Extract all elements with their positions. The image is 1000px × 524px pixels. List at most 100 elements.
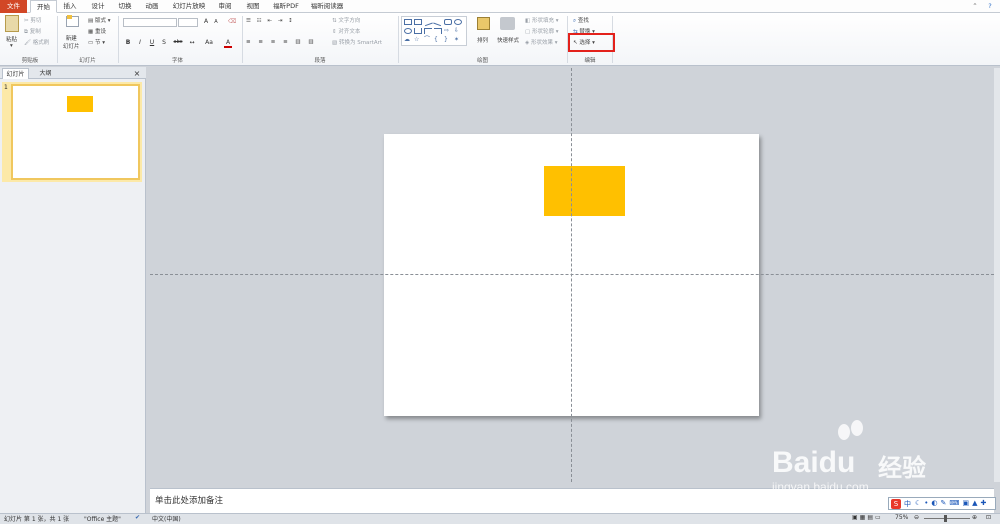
status-theme[interactable]: "Office 主题" [84, 514, 121, 523]
close-pane-icon[interactable]: × [131, 68, 143, 79]
ime-tool-icons[interactable]: ☾•◐✎⌨▣▲✚ [915, 499, 989, 507]
zoom-out-icon[interactable]: ⊖ [914, 514, 919, 521]
tab-home[interactable]: 开始 [30, 0, 57, 13]
cloud-shape-icon[interactable]: ☁ [404, 37, 412, 43]
elbow-shape-icon[interactable] [424, 28, 432, 34]
notes-placeholder[interactable]: 单击此处添加备注 [155, 494, 223, 506]
grow-font-button[interactable]: A [202, 18, 210, 25]
paste-icon[interactable] [5, 15, 19, 32]
oval-shape-icon[interactable] [454, 19, 462, 25]
triangle-shape-icon[interactable] [414, 28, 422, 34]
new-slide-button[interactable]: 新建 幻灯片 [63, 35, 80, 51]
font-color-button[interactable]: A [224, 39, 232, 48]
strikethrough-button[interactable]: abc [172, 39, 184, 45]
arrange-button[interactable]: 排列 [477, 36, 488, 44]
font-name-select[interactable] [123, 18, 177, 27]
slides-group-label: 幻灯片 [79, 58, 96, 64]
tab-slides[interactable]: 幻灯片 [2, 68, 29, 79]
section-button[interactable]: ▭ 节 ▾ [88, 38, 105, 46]
status-language[interactable]: 中文(中国) [152, 514, 181, 523]
paste-button[interactable]: 粘贴 [6, 35, 17, 43]
arrow-line-shape-icon[interactable] [433, 17, 443, 27]
arrow-right-shape-icon[interactable]: ⇨ [444, 28, 452, 34]
help-icon[interactable]: ? [984, 0, 996, 13]
tab-outline[interactable]: 大纲 [32, 68, 59, 79]
convert-smartart-label: 转换为 SmartArt [338, 40, 383, 46]
zoom-slider[interactable] [924, 518, 970, 519]
rectangle-shape[interactable] [544, 166, 625, 216]
tab-file[interactable]: 文件 [0, 0, 27, 13]
textbox-shape-icon[interactable] [404, 19, 412, 25]
zoom-level[interactable]: 75% [895, 514, 908, 521]
binoculars-icon: ⌕ [573, 18, 577, 24]
reset-label: 重设 [94, 29, 106, 35]
font-size-select[interactable] [178, 18, 198, 27]
tab-slideshow[interactable]: 幻灯片放映 [170, 0, 208, 13]
connector-shape-icon[interactable] [434, 28, 442, 34]
tab-animations[interactable]: 动画 [141, 0, 163, 13]
fit-to-window-icon[interactable]: ⊡ [986, 514, 991, 521]
shape-fill-button[interactable]: ◧ 形状填充 ▾ [525, 16, 558, 24]
star-burst-shape-icon[interactable]: ✶ [454, 37, 462, 43]
quick-styles-icon[interactable] [500, 17, 515, 30]
shape-effects-button[interactable]: ◈ 形状效果 ▾ [525, 38, 558, 46]
watermark-url: jingyan.baidu.com [772, 480, 869, 494]
shape-fill-label: 形状填充 [531, 18, 554, 24]
tab-transitions[interactable]: 切换 [114, 0, 136, 13]
tab-insert[interactable]: 插入 [59, 0, 81, 13]
ribbon-minimize-icon[interactable]: ⌃ [970, 0, 980, 13]
format-painter-button[interactable]: 🖌 格式刷 [24, 38, 49, 46]
spellcheck-icon[interactable]: ✔ [135, 514, 140, 521]
shadow-button[interactable]: S [160, 39, 168, 46]
change-case-button[interactable]: Aa [203, 39, 215, 46]
rounded-rect-shape-icon[interactable] [444, 19, 452, 25]
layout-button[interactable]: ▤ 版式 ▾ [88, 16, 110, 24]
vertical-scrollbar[interactable] [994, 68, 1000, 482]
rectangle-shape-icon[interactable] [414, 19, 422, 25]
star-shape-icon[interactable]: ☆ [414, 37, 422, 43]
shapes-gallery[interactable]: ⇨ ⇩ ☁ ☆ ⌒ { } ✶ [401, 16, 467, 46]
list-buttons[interactable]: ☰ ☷ ⇤ ⇥ ↕ [246, 18, 295, 24]
horizontal-guide[interactable] [150, 274, 994, 275]
bold-button[interactable]: B [124, 39, 132, 46]
ribbon: 粘贴 ▾ ✂ 剪切 ⧉ 复制 🖌 格式刷 剪贴板 新建 幻灯片 ▤ 版式 ▾ ▦… [0, 13, 1000, 66]
view-buttons[interactable]: ▣▦▤▭ [852, 514, 883, 521]
italic-button[interactable]: I [136, 39, 144, 46]
tab-review[interactable]: 审阅 [214, 0, 236, 13]
zoom-slider-thumb[interactable] [944, 515, 947, 522]
character-spacing-icon[interactable]: ↔ [188, 39, 196, 46]
brace-left-shape-icon[interactable]: { [434, 37, 442, 43]
underline-button[interactable]: U [148, 39, 156, 46]
copy-button[interactable]: ⧉ 复制 [24, 27, 41, 36]
tab-foxit-pdf[interactable]: 福昕PDF [269, 0, 303, 13]
circle-shape-icon[interactable] [404, 28, 412, 34]
text-direction-button[interactable]: ⇅ 文字方向 [332, 16, 360, 24]
editing-group-label: 编辑 [584, 58, 596, 64]
curve-shape-icon[interactable]: ⌒ [424, 37, 432, 43]
shape-outline-button[interactable]: ▢ 形状轮廓 ▾ [525, 27, 558, 35]
zoom-in-icon[interactable]: ⊕ [972, 514, 977, 521]
tab-view[interactable]: 视图 [242, 0, 264, 13]
ime-mode[interactable]: 中 [904, 499, 911, 509]
vertical-guide[interactable] [571, 68, 572, 482]
clear-format-icon[interactable]: ⌫ [228, 18, 236, 25]
layout-label: 版式 [94, 18, 106, 24]
align-text-button[interactable]: ⇕ 对齐文本 [332, 27, 360, 35]
paste-dropdown-icon[interactable]: ▾ [10, 43, 13, 49]
alignment-buttons[interactable]: ≡ ≡ ≡ ≡ ▥ ▥ [246, 39, 317, 45]
tab-design[interactable]: 设计 [87, 0, 109, 13]
ime-toolbar[interactable]: S 中 ☾•◐✎⌨▣▲✚ [888, 497, 996, 510]
text-direction-label: 文字方向 [338, 18, 361, 24]
quick-styles-button[interactable]: 快速样式 [497, 36, 519, 44]
shrink-font-button[interactable]: A [212, 19, 220, 25]
convert-smartart-button[interactable]: ▧ 转换为 SmartArt [332, 38, 382, 46]
cut-button[interactable]: ✂ 剪切 [24, 16, 41, 24]
reset-button[interactable]: ▦ 重设 [88, 27, 106, 35]
find-button[interactable]: ⌕ 查找 [573, 16, 589, 25]
arrow-down-shape-icon[interactable]: ⇩ [454, 28, 462, 34]
tab-foxit-reader[interactable]: 福昕阅读器 [308, 0, 346, 13]
arrange-icon[interactable] [477, 17, 490, 30]
line-shape-icon[interactable] [423, 17, 433, 27]
brace-right-shape-icon[interactable]: } [444, 37, 452, 43]
sogou-icon[interactable]: S [891, 499, 901, 509]
